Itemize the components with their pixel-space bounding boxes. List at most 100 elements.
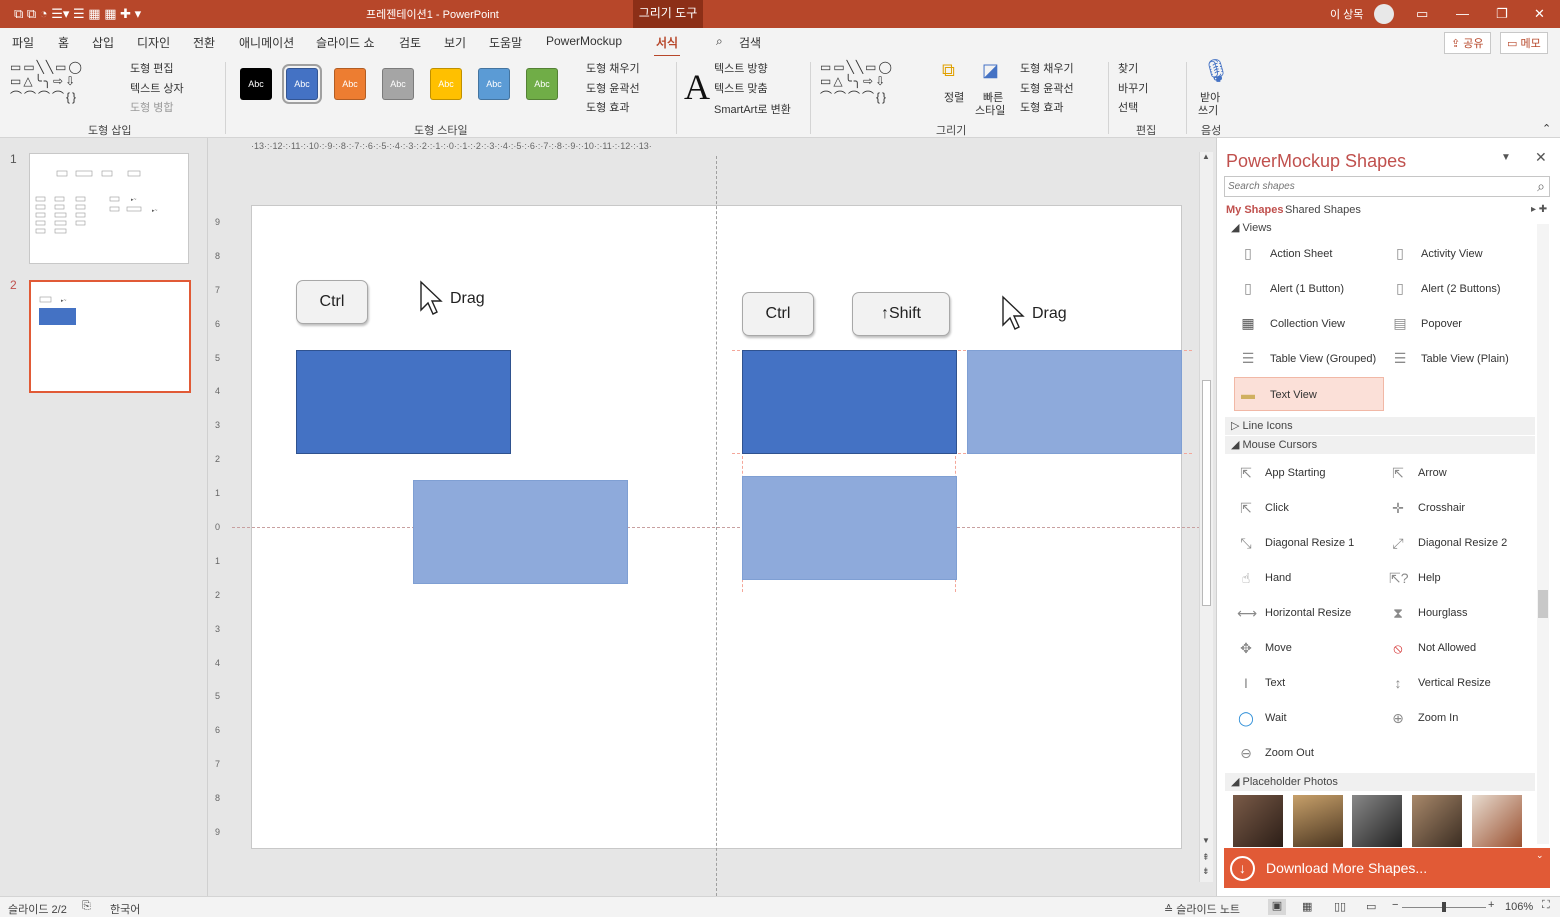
shape-item[interactable]: Text xyxy=(1265,677,1285,689)
microphone-icon[interactable]: 🎙 xyxy=(1202,58,1230,84)
tab-my-shapes[interactable]: My Shapes xyxy=(1226,204,1283,216)
tab-format[interactable]: 서식 xyxy=(653,34,681,58)
dictate-button-line2[interactable]: 쓰기 xyxy=(1198,102,1218,118)
find-button[interactable]: 찾기 xyxy=(1118,60,1138,76)
tab-design[interactable]: 디자인 xyxy=(137,34,170,51)
shape-item[interactable]: Alert (2 Buttons) xyxy=(1421,283,1500,295)
close-icon[interactable]: ✕ xyxy=(1534,6,1545,22)
ribbon-display-icon[interactable]: ▭ xyxy=(1416,6,1428,22)
shape-item[interactable]: Table View (Plain) xyxy=(1421,353,1509,365)
drag-label[interactable]: Drag xyxy=(450,290,485,308)
tab-shared-shapes[interactable]: Shared Shapes xyxy=(1285,204,1361,216)
convert-smartart-button[interactable]: SmartArt로 변환 xyxy=(714,101,791,117)
arrange-icon[interactable]: ⧉ xyxy=(942,60,955,81)
arrow-cursor-icon[interactable] xyxy=(419,280,443,316)
pane-scrollbar-thumb[interactable] xyxy=(1538,590,1548,618)
placeholder-photo[interactable] xyxy=(1352,795,1402,847)
reading-view-icon[interactable]: ▯▯ xyxy=(1334,900,1346,913)
shape-item-selected[interactable]: ▬ Text View xyxy=(1234,377,1384,411)
slide-canvas[interactable]: Ctrl Drag Ctrl ↑Shift Drag xyxy=(232,156,1200,896)
shape-item[interactable]: App Starting xyxy=(1265,467,1326,479)
language-indicator[interactable]: 한국어 xyxy=(110,901,140,917)
shift-key[interactable]: ↑Shift xyxy=(852,292,950,336)
scroll-up-icon[interactable]: ▲ xyxy=(1202,152,1210,161)
zoom-in-button[interactable]: + xyxy=(1488,899,1494,911)
shape-item[interactable]: Diagonal Resize 1 xyxy=(1265,537,1354,549)
tab-animations[interactable]: 애니메이션 xyxy=(239,34,294,51)
notes-button[interactable]: ≙ 슬라이드 노트 xyxy=(1164,901,1240,917)
shape-item[interactable]: Wait xyxy=(1265,712,1287,724)
merge-shapes-button[interactable]: 도형 병합 xyxy=(130,99,174,115)
zoom-out-button[interactable]: − xyxy=(1392,899,1398,911)
copied-rectangle[interactable] xyxy=(413,480,628,584)
pane-options-icon[interactable]: ▼ xyxy=(1501,152,1511,163)
slide-sorter-icon[interactable]: ▦ xyxy=(1302,900,1312,913)
tab-transitions[interactable]: 전환 xyxy=(193,34,215,51)
collapse-ribbon-icon[interactable]: ⌃ xyxy=(1542,122,1551,135)
zoom-slider-thumb[interactable] xyxy=(1442,902,1446,912)
zoom-slider[interactable] xyxy=(1402,902,1486,912)
tab-file[interactable]: 파일 xyxy=(12,34,34,51)
shape-item[interactable]: Popover xyxy=(1421,318,1462,330)
shape-item[interactable]: Arrow xyxy=(1418,467,1447,479)
vertical-scrollbar[interactable]: ▲ ▼ ⇞ ⇟ xyxy=(1199,152,1213,882)
slide-thumbnail-1[interactable]: ▸~ ▸~ xyxy=(29,153,189,264)
user-name[interactable]: 이 상목 xyxy=(1330,7,1363,23)
share-button[interactable]: ⇪ 공유 xyxy=(1444,32,1491,54)
tab-insert[interactable]: 삽입 xyxy=(92,34,114,51)
quick-styles-button-line2[interactable]: 스타일 xyxy=(975,102,1005,118)
section-line-icons[interactable]: ▷ Line Icons xyxy=(1225,417,1535,435)
comments-button[interactable]: ▭ 메모 xyxy=(1500,32,1548,54)
drawing-effects-button[interactable]: 도형 효과 xyxy=(1020,99,1064,115)
shape-item[interactable]: Zoom Out xyxy=(1265,747,1314,759)
center-guide-horizontal[interactable] xyxy=(232,527,1200,528)
next-tab-icon[interactable]: ▸ ✚ xyxy=(1531,204,1547,215)
download-more-shapes-button[interactable]: ↓ Download More Shapes... ⌄ xyxy=(1224,848,1550,888)
shape-item[interactable]: Help xyxy=(1418,572,1441,584)
arrange-button[interactable]: 정렬 xyxy=(944,89,964,105)
shape-item[interactable]: Hand xyxy=(1265,572,1291,584)
shapes-gallery[interactable]: ▭▭╲╲▭◯ ▭△╰╮⇨⇩ ⌒⌒⌒⌒{} xyxy=(10,60,84,105)
slide-thumbnail-2[interactable]: ▸~ xyxy=(29,280,191,393)
placeholder-photo[interactable] xyxy=(1472,795,1522,847)
shape-item[interactable]: Click xyxy=(1265,502,1289,514)
search-icon[interactable]: ⌕ xyxy=(1537,178,1545,195)
previous-slide-icon[interactable]: ⇞ xyxy=(1202,852,1210,863)
slideshow-view-icon[interactable]: ▭ xyxy=(1366,900,1376,913)
shape-item[interactable]: Alert (1 Button) xyxy=(1270,283,1344,295)
pane-scrollbar[interactable] xyxy=(1537,224,1549,844)
shape-effects-button[interactable]: 도형 효과 xyxy=(586,99,630,115)
shape-item[interactable]: Action Sheet xyxy=(1270,248,1332,260)
shape-style-preset[interactable]: Abc xyxy=(526,68,558,100)
shape-item[interactable]: Collection View xyxy=(1270,318,1345,330)
avatar[interactable] xyxy=(1374,4,1394,24)
search-label[interactable]: 검색 xyxy=(739,34,761,51)
placeholder-photo[interactable] xyxy=(1412,795,1462,847)
placeholder-photo[interactable] xyxy=(1293,795,1343,847)
minimize-icon[interactable]: — xyxy=(1456,6,1469,22)
replace-button[interactable]: 바꾸기 xyxy=(1118,80,1148,96)
drag-label[interactable]: Drag xyxy=(1032,305,1067,323)
shape-item[interactable]: Vertical Resize xyxy=(1418,677,1491,689)
placeholder-photo[interactable] xyxy=(1233,795,1283,847)
tab-review[interactable]: 검토 xyxy=(399,34,421,51)
shape-item[interactable]: Text View xyxy=(1270,389,1317,401)
shape-item[interactable]: Diagonal Resize 2 xyxy=(1418,537,1507,549)
scrollbar-thumb[interactable] xyxy=(1202,380,1211,606)
tab-home[interactable]: 홈 xyxy=(58,34,69,51)
shape-style-preset[interactable]: Abc xyxy=(478,68,510,100)
shape-style-preset[interactable]: Abc xyxy=(334,68,366,100)
section-placeholder-photos[interactable]: ◢ Placeholder Photos xyxy=(1225,773,1535,791)
section-views[interactable]: ◢ Views xyxy=(1225,219,1535,237)
shape-item[interactable]: Horizontal Resize xyxy=(1265,607,1351,619)
ctrl-key[interactable]: Ctrl xyxy=(296,280,368,324)
wordart-a-icon[interactable]: A xyxy=(684,66,710,108)
tab-help[interactable]: 도움말 xyxy=(489,34,522,51)
ctrl-key[interactable]: Ctrl xyxy=(742,292,814,336)
shape-search-box[interactable]: ⌕ xyxy=(1224,176,1550,197)
shape-style-preset[interactable]: Abc xyxy=(430,68,462,100)
shape-item[interactable]: Zoom In xyxy=(1418,712,1458,724)
shape-item[interactable]: Move xyxy=(1265,642,1292,654)
tab-slideshow[interactable]: 슬라이드 쇼 xyxy=(316,34,375,51)
tab-powermockup[interactable]: PowerMockup xyxy=(546,34,622,48)
